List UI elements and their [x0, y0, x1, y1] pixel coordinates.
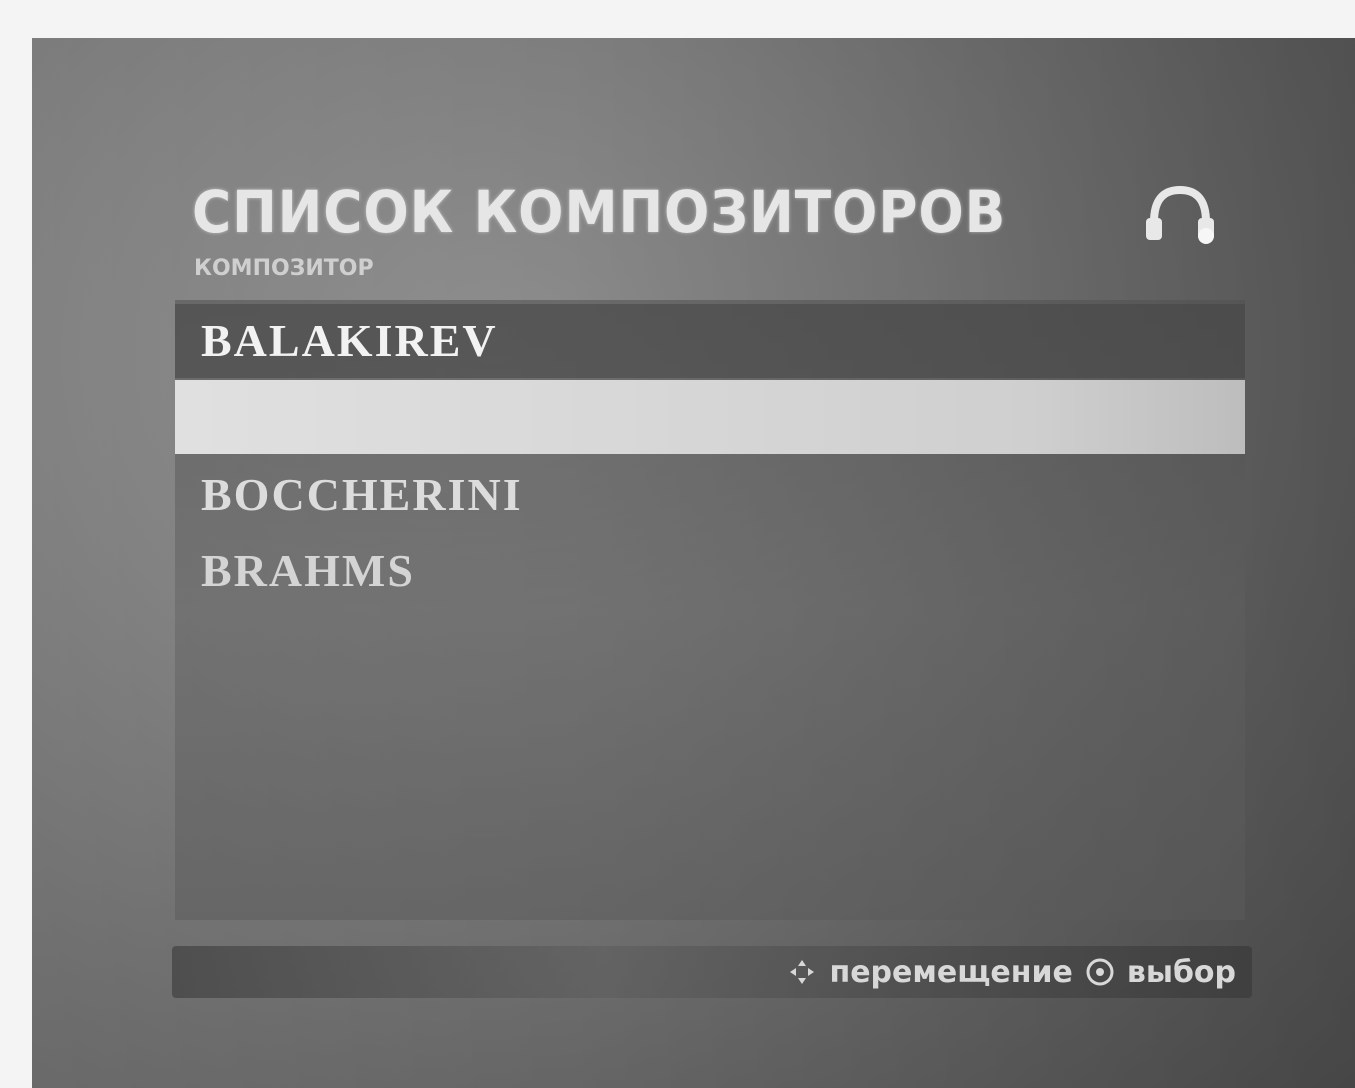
list-item[interactable]: BOCCHERINI	[175, 458, 1245, 532]
select-hint-label: выбор	[1126, 954, 1236, 990]
composer-list: BALAKIREV BOCCHERINI BRAHMS	[175, 300, 1245, 920]
music-note-icon	[1146, 185, 1214, 244]
page-title: СПИСОК КОМПОЗИТОРОВ	[192, 178, 1007, 246]
list-item-label: BOCCHERINI	[201, 469, 523, 520]
move-hint-label: перемещение	[829, 954, 1073, 990]
tv-screen: СПИСОК КОМПОЗИТОРОВ КОМПОЗИТОР BALAKIREV…	[32, 38, 1355, 1088]
list-column-label: КОМПОЗИТОР	[194, 256, 374, 281]
hints: перемещение выбор	[787, 946, 1236, 998]
enter-button-icon	[1086, 958, 1114, 986]
list-item[interactable]: BRAHMS	[175, 534, 1245, 608]
dpad-icon	[790, 960, 815, 984]
list-item-selected[interactable]	[175, 380, 1245, 454]
navigation-hint-bar: перемещение выбор	[172, 946, 1252, 998]
list-item-label: BRAHMS	[201, 545, 415, 596]
list-item-label: BALAKIREV	[201, 315, 498, 366]
list-item[interactable]: BALAKIREV	[175, 304, 1245, 378]
